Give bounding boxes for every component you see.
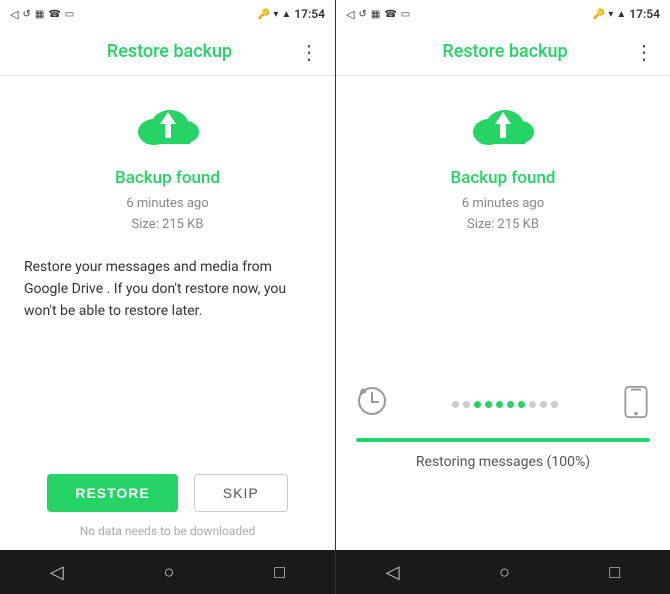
- left-status-icon-phone: ☎: [48, 9, 60, 20]
- skip-button[interactable]: SKIP: [194, 474, 288, 512]
- restore-button[interactable]: RESTORE: [47, 474, 177, 512]
- left-nav-back[interactable]: ◁: [50, 562, 64, 583]
- right-backup-found: Backup found: [450, 168, 555, 188]
- left-status-icon-back: ◁: [10, 8, 18, 21]
- left-nav-home[interactable]: ○: [164, 562, 175, 583]
- left-restore-description: Restore your messages and media from Goo…: [20, 256, 315, 323]
- left-backup-meta: 6 minutes ago Size: 215 KB: [126, 194, 208, 236]
- left-bottom-section: RESTORE SKIP No data needs to be downloa…: [0, 458, 335, 550]
- right-status-wifi-icon: ▾: [608, 9, 613, 20]
- left-status-signal-icon: ▲: [281, 9, 291, 20]
- right-restoring-text: Restoring messages (100%): [416, 454, 590, 470]
- dot-gray-1: [452, 401, 459, 408]
- right-menu-icon[interactable]: ⋮: [634, 40, 654, 64]
- dot-gray-5: [551, 401, 558, 408]
- left-status-wifi-icon: ▾: [273, 9, 278, 20]
- left-cloud-icon: [132, 100, 204, 156]
- dot-gray-2: [463, 401, 470, 408]
- dot-green-2: [485, 401, 492, 408]
- right-nav-recent[interactable]: □: [609, 562, 620, 583]
- left-status-icon-wifi2: ▦: [35, 9, 44, 20]
- right-app-bar: Restore backup ⋮: [336, 28, 670, 76]
- right-status-icon-battery-small: ▭: [401, 9, 410, 20]
- left-app-title: Restore backup: [40, 41, 299, 62]
- right-status-time: 17:54: [629, 7, 660, 21]
- right-content: Backup found 6 minutes ago Size: 215 KB: [336, 76, 670, 550]
- dot-gray-4: [540, 401, 547, 408]
- right-status-key-icon: 🔑: [593, 9, 605, 20]
- left-content: Backup found 6 minutes ago Size: 215 KB …: [0, 76, 335, 550]
- left-status-icons: ◁ ↺ ▦ ☎ ▭: [10, 8, 74, 21]
- left-status-icon-battery-small: ▭: [65, 9, 74, 20]
- dot-green-3: [496, 401, 503, 408]
- right-status-icon-phone: ☎: [384, 9, 396, 20]
- left-backup-size: Size: 215 KB: [132, 217, 204, 232]
- right-backup-age: 6 minutes ago: [462, 196, 544, 211]
- dot-gray-3: [529, 401, 536, 408]
- right-history-icon: [356, 385, 388, 424]
- right-nav-back[interactable]: ◁: [386, 562, 400, 583]
- right-status-icon-rotate: ↺: [358, 9, 366, 20]
- right-cloud-icon: [467, 100, 539, 156]
- dot-green-5: [518, 401, 525, 408]
- right-panel: ◁ ↺ ▦ ☎ ▭ 🔑 ▾ ▲ 17:54 Restore backup ⋮: [335, 0, 670, 594]
- left-app-bar: Restore backup ⋮: [0, 28, 335, 76]
- right-progress-bar-container: [356, 438, 650, 442]
- right-progress-section: Restoring messages (100%): [336, 385, 670, 470]
- left-menu-icon[interactable]: ⋮: [299, 40, 319, 64]
- left-status-time: 17:54: [294, 7, 325, 21]
- right-progress-animation: [356, 385, 650, 424]
- left-status-key-icon: 🔑: [258, 9, 270, 20]
- right-dots: [396, 401, 614, 408]
- dot-green-1: [474, 401, 481, 408]
- left-button-row: RESTORE SKIP: [47, 474, 287, 512]
- right-status-right: 🔑 ▾ ▲ 17:54: [593, 7, 660, 21]
- left-no-download: No data needs to be downloaded: [80, 524, 256, 538]
- left-nav-recent[interactable]: □: [274, 562, 285, 583]
- left-backup-found: Backup found: [115, 168, 220, 188]
- right-nav-home[interactable]: ○: [499, 562, 510, 583]
- right-status-bar: ◁ ↺ ▦ ☎ ▭ 🔑 ▾ ▲ 17:54: [336, 0, 670, 28]
- right-status-icon-wifi2: ▦: [371, 9, 380, 20]
- left-status-icon-rotate: ↺: [22, 9, 30, 20]
- right-status-icons: ◁ ↺ ▦ ☎ ▭: [346, 8, 410, 21]
- right-nav-bar: ◁ ○ □: [336, 550, 670, 594]
- right-status-signal-icon: ▲: [616, 9, 626, 20]
- right-backup-size: Size: 215 KB: [467, 217, 539, 232]
- right-app-title: Restore backup: [376, 41, 634, 62]
- left-panel: ◁ ↺ ▦ ☎ ▭ 🔑 ▾ ▲ 17:54 Restore backup ⋮: [0, 0, 335, 594]
- right-phone-device-icon: [622, 386, 650, 424]
- left-nav-bar: ◁ ○ □: [0, 550, 335, 594]
- right-status-icon-back: ◁: [346, 8, 354, 21]
- right-backup-meta: 6 minutes ago Size: 215 KB: [462, 194, 544, 236]
- left-status-right: 🔑 ▾ ▲ 17:54: [258, 7, 325, 21]
- dot-green-4: [507, 401, 514, 408]
- left-backup-age: 6 minutes ago: [126, 196, 208, 211]
- left-status-bar: ◁ ↺ ▦ ☎ ▭ 🔑 ▾ ▲ 17:54: [0, 0, 335, 28]
- right-progress-bar-fill: [356, 438, 650, 442]
